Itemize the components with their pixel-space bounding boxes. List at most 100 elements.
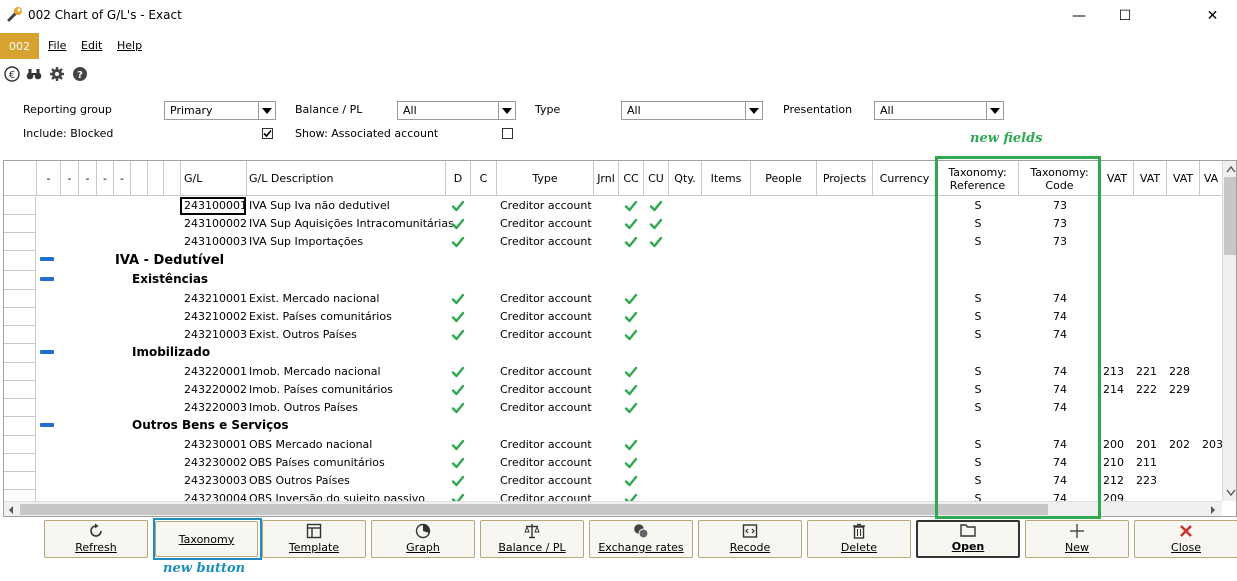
trash-icon [851, 523, 867, 539]
open-button[interactable]: Open [916, 520, 1020, 558]
graph-icon [415, 523, 431, 539]
scroll-up-icon[interactable] [1226, 165, 1236, 173]
reporting-group-select[interactable]: Primary [164, 101, 276, 120]
col-level-7[interactable] [148, 161, 164, 196]
gl-code-cell: 243230001 [184, 438, 247, 451]
row-header[interactable] [4, 290, 36, 308]
col-cc[interactable]: CC [619, 161, 644, 196]
col-level-4[interactable]: - [97, 161, 114, 196]
check-icon [624, 199, 638, 213]
chevron-down-icon [986, 102, 1003, 119]
col-people[interactable]: People [751, 161, 817, 196]
balance-pl-button[interactable]: Balance / PL [480, 520, 584, 558]
binoculars-icon[interactable] [26, 66, 42, 82]
type-cell: Creditor account [500, 365, 592, 378]
col-level-1[interactable]: - [37, 161, 61, 196]
row-header[interactable] [4, 363, 36, 381]
row-header[interactable] [4, 399, 36, 417]
row-header[interactable] [4, 436, 36, 454]
row-header[interactable] [4, 417, 36, 436]
collapse-icon[interactable] [40, 350, 54, 354]
menu-file[interactable]: File [48, 39, 66, 52]
scroll-right-icon[interactable] [1209, 505, 1217, 515]
col-level-2[interactable]: - [61, 161, 79, 196]
vertical-scroll-thumb[interactable] [1224, 177, 1236, 255]
reporting-group-value: Primary [170, 104, 213, 117]
menu-edit[interactable]: Edit [81, 39, 102, 52]
row-header[interactable] [4, 251, 36, 271]
collapse-icon[interactable] [40, 257, 54, 261]
row-header[interactable] [4, 271, 36, 290]
col-vat-1[interactable]: VAT [1101, 161, 1134, 196]
recode-button[interactable]: Recode [698, 520, 802, 558]
type-select[interactable]: All [621, 101, 763, 120]
balance-pl-select[interactable]: All [397, 101, 516, 120]
col-projects[interactable]: Projects [817, 161, 873, 196]
refresh-button[interactable]: Refresh [44, 520, 148, 558]
row-header[interactable] [4, 308, 36, 326]
scroll-left-icon[interactable] [7, 505, 15, 515]
help-icon[interactable]: ? [72, 66, 88, 82]
exchange-rates-button[interactable]: Exchange rates [589, 520, 693, 558]
col-items[interactable]: Items [702, 161, 751, 196]
vat-cell: 223 [1136, 474, 1157, 487]
maximize-button[interactable]: ☐ [1102, 0, 1148, 31]
new-button[interactable]: New [1025, 520, 1129, 558]
row-header[interactable] [4, 454, 36, 472]
menu-help[interactable]: Help [117, 39, 142, 52]
collapse-icon[interactable] [40, 423, 54, 427]
col-qty[interactable]: Qty. [669, 161, 702, 196]
col-level-3[interactable]: - [79, 161, 97, 196]
col-jrnl[interactable]: Jrnl [594, 161, 619, 196]
check-icon [624, 438, 638, 452]
close-window-button[interactable]: ✕ [1148, 0, 1237, 31]
row-header[interactable] [4, 326, 36, 344]
row-header[interactable] [4, 215, 36, 233]
vertical-scrollbar[interactable] [1222, 161, 1236, 501]
include-blocked-checkbox[interactable] [262, 128, 273, 139]
col-type[interactable]: Type [497, 161, 594, 196]
col-level-5[interactable]: - [114, 161, 131, 196]
row-header[interactable] [4, 197, 36, 215]
col-d[interactable]: D [446, 161, 471, 196]
gl-code-cell[interactable]: 243100001 [180, 197, 247, 215]
row-header[interactable] [4, 233, 36, 251]
col-gl[interactable]: G/L [181, 161, 247, 196]
row-header[interactable] [4, 381, 36, 399]
col-vat-2[interactable]: VAT [1134, 161, 1167, 196]
col-description[interactable]: G/L Description [247, 161, 446, 196]
gear-icon[interactable] [49, 66, 65, 82]
minimize-button[interactable]: — [1056, 0, 1102, 31]
close-button[interactable]: Close [1134, 520, 1237, 558]
col-vat-3[interactable]: VAT [1167, 161, 1200, 196]
gl-code-cell: 243220003 [184, 401, 247, 414]
plus-icon [1069, 523, 1085, 539]
check-icon [624, 401, 638, 415]
col-currency[interactable]: Currency [873, 161, 937, 196]
col-level-6[interactable] [131, 161, 148, 196]
delete-button[interactable]: Delete [807, 520, 911, 558]
horizontal-scroll-thumb[interactable] [20, 504, 1048, 515]
check-icon [624, 383, 638, 397]
col-level-8[interactable] [164, 161, 181, 196]
gl-description-cell: Exist. Países comunitários [249, 310, 392, 323]
template-button[interactable]: Template [262, 520, 366, 558]
show-associated-label: Show: Associated account [295, 127, 439, 140]
check-icon [649, 217, 663, 231]
col-c[interactable]: C [471, 161, 497, 196]
euro-icon[interactable]: € [4, 66, 20, 82]
check-icon [624, 492, 638, 501]
gl-description-cell: IVA Sup Iva não dedutivel [249, 199, 390, 212]
scroll-down-icon[interactable] [1226, 489, 1236, 497]
show-associated-checkbox[interactable] [502, 128, 513, 139]
row-header[interactable] [4, 344, 36, 363]
collapse-icon[interactable] [40, 277, 54, 281]
vat-cell: 211 [1136, 456, 1157, 469]
graph-button[interactable]: Graph [371, 520, 475, 558]
row-header[interactable] [4, 490, 36, 501]
col-cu[interactable]: CU [644, 161, 669, 196]
row-header[interactable] [4, 472, 36, 490]
presentation-select[interactable]: All [874, 101, 1004, 120]
company-tab[interactable]: 002 [0, 33, 39, 59]
col-vat-4[interactable]: VA [1200, 161, 1222, 196]
